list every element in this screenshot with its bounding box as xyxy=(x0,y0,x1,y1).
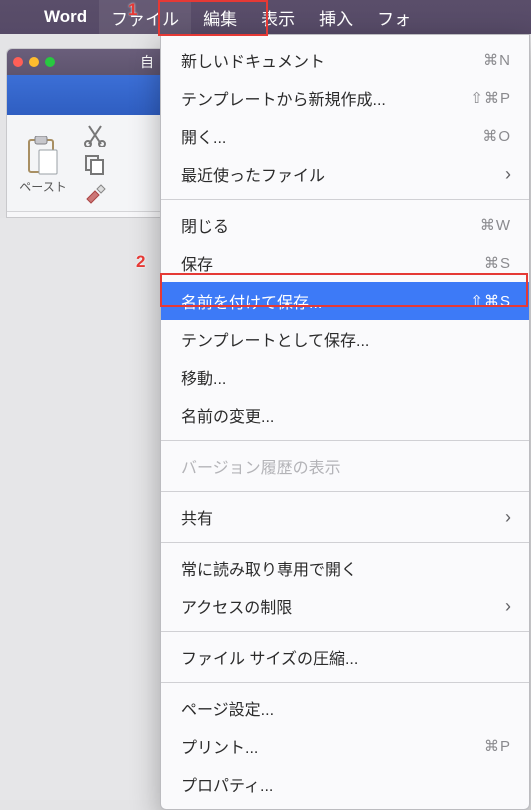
file-menu-dropdown: 新しいドキュメント⌘Nテンプレートから新規作成...⇧⌘P開く...⌘O最近使っ… xyxy=(160,34,530,810)
ribbon-tabs[interactable] xyxy=(7,75,160,115)
menu-separator xyxy=(161,440,529,441)
menu-item-1[interactable]: テンプレートから新規作成...⇧⌘P xyxy=(161,79,529,117)
menu-font-cut[interactable]: フォ xyxy=(365,0,423,34)
menu-item-8[interactable]: テンプレートとして保存... xyxy=(161,320,529,358)
window-titlebar: 自 xyxy=(7,49,160,75)
menu-item-shortcut: ⇧⌘S xyxy=(470,292,511,310)
menu-item-shortcut: ⌘P xyxy=(484,737,511,755)
mac-menubar: Word ファイル 編集 表示 挿入 フォ xyxy=(0,0,531,34)
menu-item-label: 名前の変更... xyxy=(181,403,511,427)
menu-item-6[interactable]: 保存⌘S xyxy=(161,244,529,282)
menu-item-23[interactable]: プロパティ... xyxy=(161,765,529,803)
menu-insert[interactable]: 挿入 xyxy=(307,0,365,34)
menu-item-16[interactable]: 常に読み取り専用で開く xyxy=(161,549,529,587)
ribbon-body: ペースト xyxy=(7,115,160,212)
menu-view[interactable]: 表示 xyxy=(249,0,307,34)
menu-item-label: ファイル サイズの圧縮... xyxy=(181,645,511,669)
menu-item-19[interactable]: ファイル サイズの圧縮... xyxy=(161,638,529,676)
menu-item-label: 常に読み取り専用で開く xyxy=(181,556,511,580)
menu-item-label: プロパティ... xyxy=(181,772,511,796)
chevron-right-icon: › xyxy=(505,164,511,185)
menu-separator xyxy=(161,631,529,632)
chevron-right-icon: › xyxy=(505,507,511,528)
menu-separator xyxy=(161,682,529,683)
menu-item-label: テンプレートとして保存... xyxy=(181,327,511,351)
menu-item-label: テンプレートから新規作成... xyxy=(181,86,470,110)
chevron-right-icon: › xyxy=(505,596,511,617)
menu-item-label: 新しいドキュメント xyxy=(181,48,483,72)
menu-item-2[interactable]: 開く...⌘O xyxy=(161,117,529,155)
menu-item-3[interactable]: 最近使ったファイル› xyxy=(161,155,529,193)
paste-label: ペースト xyxy=(19,178,66,195)
menu-item-9[interactable]: 移動... xyxy=(161,358,529,396)
close-icon[interactable] xyxy=(13,57,23,67)
menu-separator xyxy=(161,199,529,200)
menu-item-14[interactable]: 共有› xyxy=(161,498,529,536)
menu-item-7[interactable]: 名前を付けて保存...⇧⌘S xyxy=(161,282,529,320)
format-painter-icon[interactable] xyxy=(83,183,107,207)
menu-item-label: ページ設定... xyxy=(181,696,511,720)
menu-item-10[interactable]: 名前の変更... xyxy=(161,396,529,434)
menu-item-17[interactable]: アクセスの制限› xyxy=(161,587,529,625)
menu-separator xyxy=(161,542,529,543)
menu-item-label: 保存 xyxy=(181,251,484,275)
menu-item-label: 移動... xyxy=(181,365,511,389)
menu-item-label: アクセスの制限 xyxy=(181,594,505,618)
annotation-label-1: 1 xyxy=(128,0,137,20)
menu-item-label: 共有 xyxy=(181,505,505,529)
menu-item-21[interactable]: ページ設定... xyxy=(161,689,529,727)
clipboard-icon xyxy=(25,136,61,176)
annotation-label-2: 2 xyxy=(136,252,145,272)
menu-item-label: 開く... xyxy=(181,124,482,148)
background-area xyxy=(0,218,161,800)
menu-item-label: バージョン履歴の表示 xyxy=(181,454,511,478)
autosave-label: 自 xyxy=(140,52,154,72)
app-name[interactable]: Word xyxy=(32,7,99,27)
menu-item-label: プリント... xyxy=(181,734,484,758)
menu-item-shortcut: ⌘W xyxy=(480,216,511,234)
menu-file[interactable]: ファイル xyxy=(99,0,191,34)
menu-item-12: バージョン履歴の表示 xyxy=(161,447,529,485)
minimize-icon[interactable] xyxy=(29,57,39,67)
menu-edit[interactable]: 編集 xyxy=(191,0,249,34)
menu-item-22[interactable]: プリント...⌘P xyxy=(161,727,529,765)
menu-item-label: 最近使ったファイル xyxy=(181,162,505,186)
traffic-lights[interactable] xyxy=(13,57,55,67)
menu-item-shortcut: ⇧⌘P xyxy=(470,89,511,107)
paste-button[interactable]: ペースト xyxy=(13,136,73,195)
menu-item-5[interactable]: 閉じる⌘W xyxy=(161,206,529,244)
menu-item-label: 閉じる xyxy=(181,213,480,237)
copy-icon[interactable] xyxy=(83,153,107,177)
menu-item-shortcut: ⌘S xyxy=(484,254,511,272)
menu-separator xyxy=(161,491,529,492)
cut-icon[interactable] xyxy=(83,123,107,147)
menu-item-shortcut: ⌘O xyxy=(482,127,511,145)
menu-item-label: 名前を付けて保存... xyxy=(181,289,470,313)
menu-item-shortcut: ⌘N xyxy=(483,51,511,69)
zoom-icon[interactable] xyxy=(45,57,55,67)
menu-item-0[interactable]: 新しいドキュメント⌘N xyxy=(161,41,529,79)
word-window: 自 ペースト xyxy=(6,48,161,218)
